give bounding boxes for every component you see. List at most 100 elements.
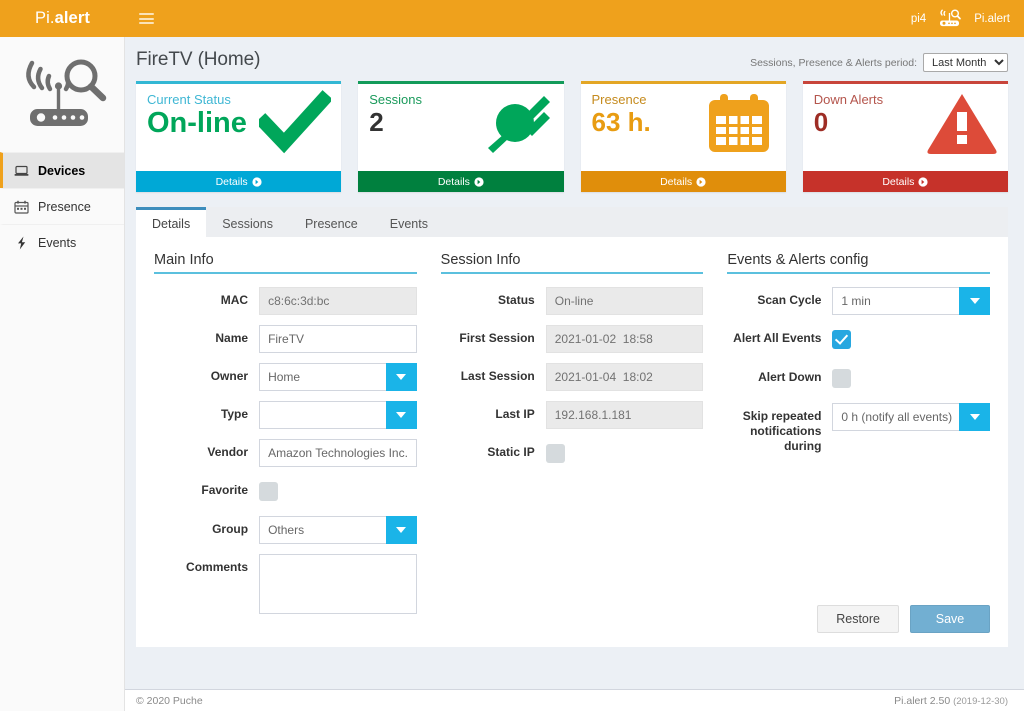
check-mark-icon <box>259 90 331 156</box>
field-label: Alert Down <box>727 364 832 385</box>
card-body: Down Alerts 0 <box>803 84 1008 171</box>
arrow-circle-right-icon <box>474 177 484 187</box>
sidebar-item-label: Devices <box>38 164 85 178</box>
field-vendor: Vendor <box>154 439 417 467</box>
page-footer: © 2020 Puche Pi.alert 2.50 (2019-12-30) <box>125 689 1024 711</box>
hamburger-icon[interactable] <box>125 0 167 37</box>
card-details-link[interactable]: Details <box>358 171 563 192</box>
card-details-label: Details <box>438 176 470 188</box>
sidebar-item-label: Events <box>38 236 76 250</box>
form-actions: Restore Save <box>817 605 990 633</box>
field-last-ip: Last IP <box>441 401 704 429</box>
footer-copyright: © 2020 Puche <box>136 695 203 707</box>
name-input[interactable] <box>259 325 417 353</box>
comments-textarea[interactable] <box>259 554 417 614</box>
field-comments: Comments <box>154 554 417 619</box>
footer-version-group: Pi.alert 2.50 (2019-12-30) <box>894 695 1008 707</box>
field-owner: Owner Home <box>154 363 417 391</box>
field-label: MAC <box>154 287 259 308</box>
field-label: Favorite <box>154 477 259 498</box>
header-hostname: pi4 <box>911 13 926 25</box>
section-title: Session Info <box>441 252 704 274</box>
tab-bar: Details Sessions Presence Events <box>136 207 1008 238</box>
bolt-icon <box>14 236 29 250</box>
section-events-alerts-config: Events & Alerts config Scan Cycle 1 min <box>727 252 990 629</box>
footer-version-date: (2019-12-30) <box>953 696 1008 707</box>
alert-all-events-checkbox[interactable] <box>832 330 851 349</box>
field-group: Group Others <box>154 516 417 544</box>
sidebar-item-presence[interactable]: Presence <box>0 188 124 224</box>
card-sessions: Sessions 2 Details <box>358 81 563 192</box>
field-label: First Session <box>441 325 546 346</box>
calendar-icon <box>14 200 29 214</box>
mac-input <box>259 287 417 315</box>
field-label: Name <box>154 325 259 346</box>
arrow-circle-right-icon <box>696 177 706 187</box>
field-label: Skip repeated notifications during <box>727 403 832 454</box>
field-label: Type <box>154 401 259 422</box>
field-name: Name <box>154 325 417 353</box>
save-button[interactable]: Save <box>910 605 990 633</box>
field-label: Scan Cycle <box>727 287 832 308</box>
arrow-circle-right-icon <box>918 177 928 187</box>
brand-suffix: alert <box>55 9 90 27</box>
header-brand[interactable]: Pi.alert <box>0 0 125 37</box>
group-select[interactable]: Others <box>259 516 417 544</box>
main-content: FireTV (Home) Sessions, Presence & Alert… <box>125 37 1024 689</box>
first-session-input <box>546 325 704 353</box>
section-main-info: Main Info MAC Name Owner <box>154 252 441 629</box>
tab-panel-details: Main Info MAC Name Owner <box>136 238 1008 647</box>
calendar-icon <box>704 90 776 156</box>
type-select[interactable] <box>259 401 417 429</box>
router-icon <box>937 9 963 29</box>
field-label: Last IP <box>441 401 546 422</box>
vendor-input[interactable] <box>259 439 417 467</box>
card-details-link[interactable]: Details <box>803 171 1008 192</box>
field-label: Alert All Events <box>727 325 832 346</box>
card-presence: Presence 63 h. <box>581 81 786 192</box>
footer-version: 2.50 <box>930 695 950 707</box>
static-ip-checkbox[interactable] <box>546 444 565 463</box>
field-alert-down: Alert Down <box>727 364 990 393</box>
period-select[interactable]: Last Month <box>923 53 1008 72</box>
card-body: Presence 63 h. <box>581 84 786 171</box>
card-details-link[interactable]: Details <box>581 171 786 192</box>
field-last-session: Last Session <box>441 363 704 391</box>
header-right-group: pi4 Pi.alert <box>911 0 1024 37</box>
favorite-checkbox[interactable] <box>259 482 278 501</box>
sidebar-item-events[interactable]: Events <box>0 224 124 260</box>
field-label: Vendor <box>154 439 259 460</box>
period-label: Sessions, Presence & Alerts period: <box>750 57 917 69</box>
footer-app-name: Pi.alert <box>894 695 927 707</box>
card-down-alerts: Down Alerts 0 Details <box>803 81 1008 192</box>
sidebar-item-devices[interactable]: Devices <box>0 152 124 188</box>
tab-events[interactable]: Events <box>374 207 444 237</box>
section-title: Main Info <box>154 252 417 274</box>
plug-icon <box>482 90 554 156</box>
device-tabs-container: Details Sessions Presence Events Main In… <box>136 207 1008 647</box>
field-static-ip: Static IP <box>441 439 704 468</box>
card-details-link[interactable]: Details <box>136 171 341 192</box>
sidebar: Devices Presence Events <box>0 37 125 711</box>
restore-button[interactable]: Restore <box>817 605 899 633</box>
last-ip-input <box>546 401 704 429</box>
owner-select[interactable]: Home <box>259 363 417 391</box>
field-first-session: First Session <box>441 325 704 353</box>
field-favorite: Favorite <box>154 477 417 506</box>
card-details-label: Details <box>660 176 692 188</box>
field-label: Static IP <box>441 439 546 460</box>
skip-repeated-select[interactable]: 0 h (notify all events) <box>832 403 990 431</box>
arrow-circle-right-icon <box>252 177 262 187</box>
field-scan-cycle: Scan Cycle 1 min <box>727 287 990 315</box>
summary-cards: Current Status On-line Details <box>125 71 1024 192</box>
tab-presence[interactable]: Presence <box>289 207 374 237</box>
scan-cycle-select[interactable]: 1 min <box>832 287 990 315</box>
header-app-name[interactable]: Pi.alert <box>974 13 1010 25</box>
tab-sessions[interactable]: Sessions <box>206 207 289 237</box>
last-session-input <box>546 363 704 391</box>
alert-down-checkbox[interactable] <box>832 369 851 388</box>
tab-details[interactable]: Details <box>136 207 206 237</box>
sidebar-item-label: Presence <box>38 200 91 214</box>
section-session-info: Session Info Status First Session <box>441 252 728 629</box>
field-status: Status <box>441 287 704 315</box>
